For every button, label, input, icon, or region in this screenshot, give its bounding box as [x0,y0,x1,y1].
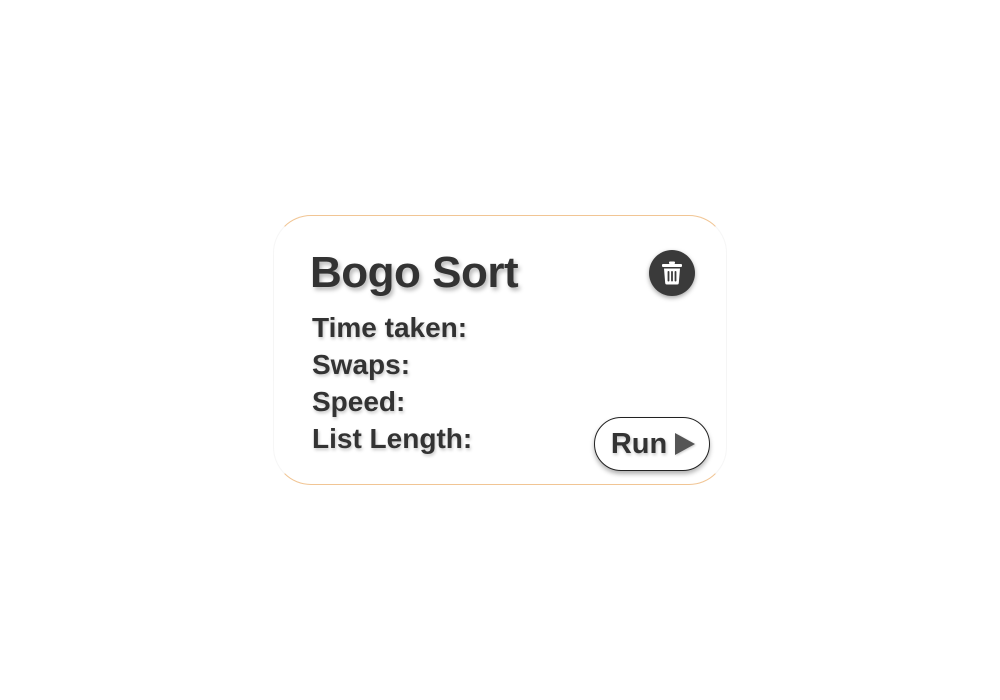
trash-icon [662,261,682,285]
algorithm-card: Bogo Sort Time taken: Swaps: Speed: List… [273,215,727,485]
card-title: Bogo Sort [310,248,519,297]
stat-swaps: Swaps: [312,349,411,380]
play-icon [675,433,696,455]
stat-speed: Speed: [312,386,406,417]
stat-list-length: List Length: [312,423,473,454]
run-button-label: Run [610,427,668,460]
stats-list: Time taken: Swaps: Speed: List Length: [312,309,472,457]
run-button[interactable]: Run [594,417,710,471]
stat-time-taken: Time taken: [312,312,468,343]
delete-button[interactable] [649,250,695,296]
